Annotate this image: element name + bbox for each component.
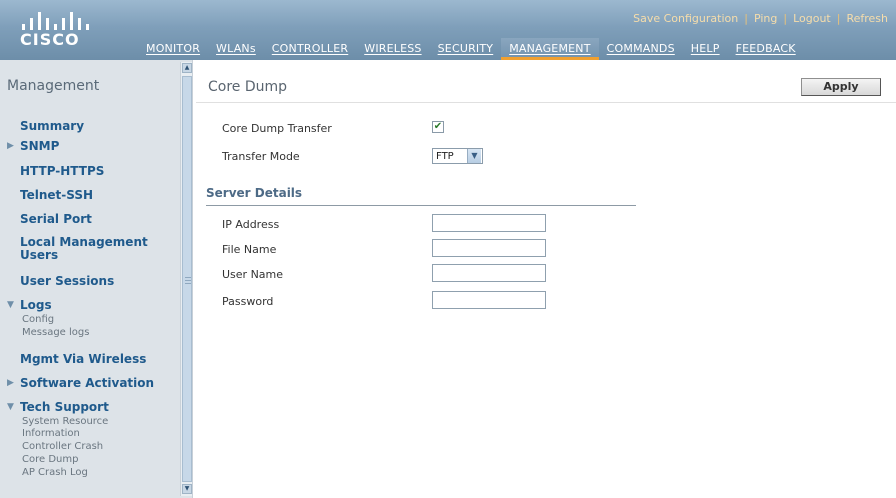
sidebar-item-user-sessions[interactable]: User Sessions xyxy=(20,274,114,288)
expand-arrow-icon[interactable]: ▶ xyxy=(7,141,14,151)
cisco-logo: CISCO xyxy=(20,8,120,50)
nav-wlans[interactable]: WLANs xyxy=(208,38,264,60)
sidebar-item-software-activation[interactable]: Software Activation xyxy=(20,376,154,390)
nav-security[interactable]: SECURITY xyxy=(430,38,502,60)
sidebar-subitem-controller-crash[interactable]: Controller Crash xyxy=(22,441,103,453)
collapse-arrow-icon[interactable]: ▼ xyxy=(7,300,14,310)
sidebar-subitem-ap-crash-log[interactable]: AP Crash Log xyxy=(22,467,88,479)
user-name-label: User Name xyxy=(222,268,284,281)
nav-help[interactable]: HELP xyxy=(683,38,728,60)
file-name-label: File Name xyxy=(222,243,277,256)
core-dump-transfer-checkbox[interactable]: ✔ xyxy=(432,121,444,133)
nav-wireless[interactable]: WIRELESS xyxy=(356,38,429,60)
scroll-down-icon[interactable]: ▼ xyxy=(182,484,192,494)
cisco-bars-icon xyxy=(22,12,112,30)
password-label: Password xyxy=(222,295,274,308)
ip-address-label: IP Address xyxy=(222,218,280,231)
sidebar-item-mgmt-via-wireless[interactable]: Mgmt Via Wireless xyxy=(20,352,146,366)
sidebar-item-tech-support[interactable]: Tech Support xyxy=(20,400,109,414)
server-details-heading: Server Details xyxy=(206,186,303,200)
nav-monitor[interactable]: MONITOR xyxy=(138,38,208,60)
sidebar-item-logs[interactable]: Logs xyxy=(20,298,52,312)
sidebar-title: Management xyxy=(7,78,100,94)
sidebar: Management ▲ ▼ Summary ▶ SNMP HTTP-HTTPS… xyxy=(0,60,193,498)
sidebar-item-snmp[interactable]: SNMP xyxy=(20,139,59,153)
sidebar-subitem-core-dump[interactable]: Core Dump xyxy=(22,454,78,466)
dropdown-arrow-icon[interactable]: ▼ xyxy=(467,149,481,163)
nav-feedback[interactable]: FEEDBACK xyxy=(728,38,804,60)
utility-links: Save Configuration | Ping | Logout | Ref… xyxy=(633,12,888,25)
ip-address-input[interactable] xyxy=(432,214,546,232)
collapse-arrow-icon[interactable]: ▼ xyxy=(7,402,14,412)
password-input[interactable] xyxy=(432,291,546,309)
cisco-wordmark: CISCO xyxy=(20,30,80,49)
sidebar-subitem-system-resource-information[interactable]: System Resource Information xyxy=(22,416,152,440)
sidebar-item-telnet-ssh[interactable]: Telnet-SSH xyxy=(20,188,93,202)
main-nav: MONITOR WLANs CONTROLLER WIRELESS SECURI… xyxy=(138,38,804,60)
section-divider xyxy=(206,205,636,206)
sidebar-item-http-https[interactable]: HTTP-HTTPS xyxy=(20,164,104,178)
logout-link[interactable]: Logout xyxy=(793,12,831,25)
refresh-link[interactable]: Refresh xyxy=(846,12,888,25)
page-title: Core Dump xyxy=(208,79,288,95)
transfer-mode-select[interactable]: FTP ▼ xyxy=(432,148,483,164)
nav-controller[interactable]: CONTROLLER xyxy=(264,38,356,60)
title-divider xyxy=(196,102,896,103)
sidebar-subitem-config[interactable]: Config xyxy=(22,314,54,326)
sidebar-scrollbar[interactable]: ▲ ▼ xyxy=(180,62,192,496)
transfer-mode-value: FTP xyxy=(436,150,454,162)
save-configuration-link[interactable]: Save Configuration xyxy=(633,12,738,25)
apply-button[interactable]: Apply xyxy=(801,78,881,96)
nav-commands[interactable]: COMMANDS xyxy=(599,38,683,60)
sidebar-subitem-message-logs[interactable]: Message logs xyxy=(22,327,89,339)
scroll-up-icon[interactable]: ▲ xyxy=(182,63,192,73)
scroll-thumb[interactable] xyxy=(182,76,192,482)
file-name-input[interactable] xyxy=(432,239,546,257)
sidebar-item-summary[interactable]: Summary xyxy=(20,119,84,133)
core-dump-transfer-label: Core Dump Transfer xyxy=(222,122,332,135)
transfer-mode-label: Transfer Mode xyxy=(222,150,300,163)
ping-link[interactable]: Ping xyxy=(754,12,777,25)
top-header: CISCO Save Configuration | Ping | Logout… xyxy=(0,0,896,60)
nav-management[interactable]: MANAGEMENT xyxy=(501,38,599,60)
sidebar-item-serial-port[interactable]: Serial Port xyxy=(20,212,92,226)
sidebar-item-local-management-users[interactable]: Local Management Users xyxy=(20,236,170,262)
expand-arrow-icon[interactable]: ▶ xyxy=(7,378,14,388)
user-name-input[interactable] xyxy=(432,264,546,282)
